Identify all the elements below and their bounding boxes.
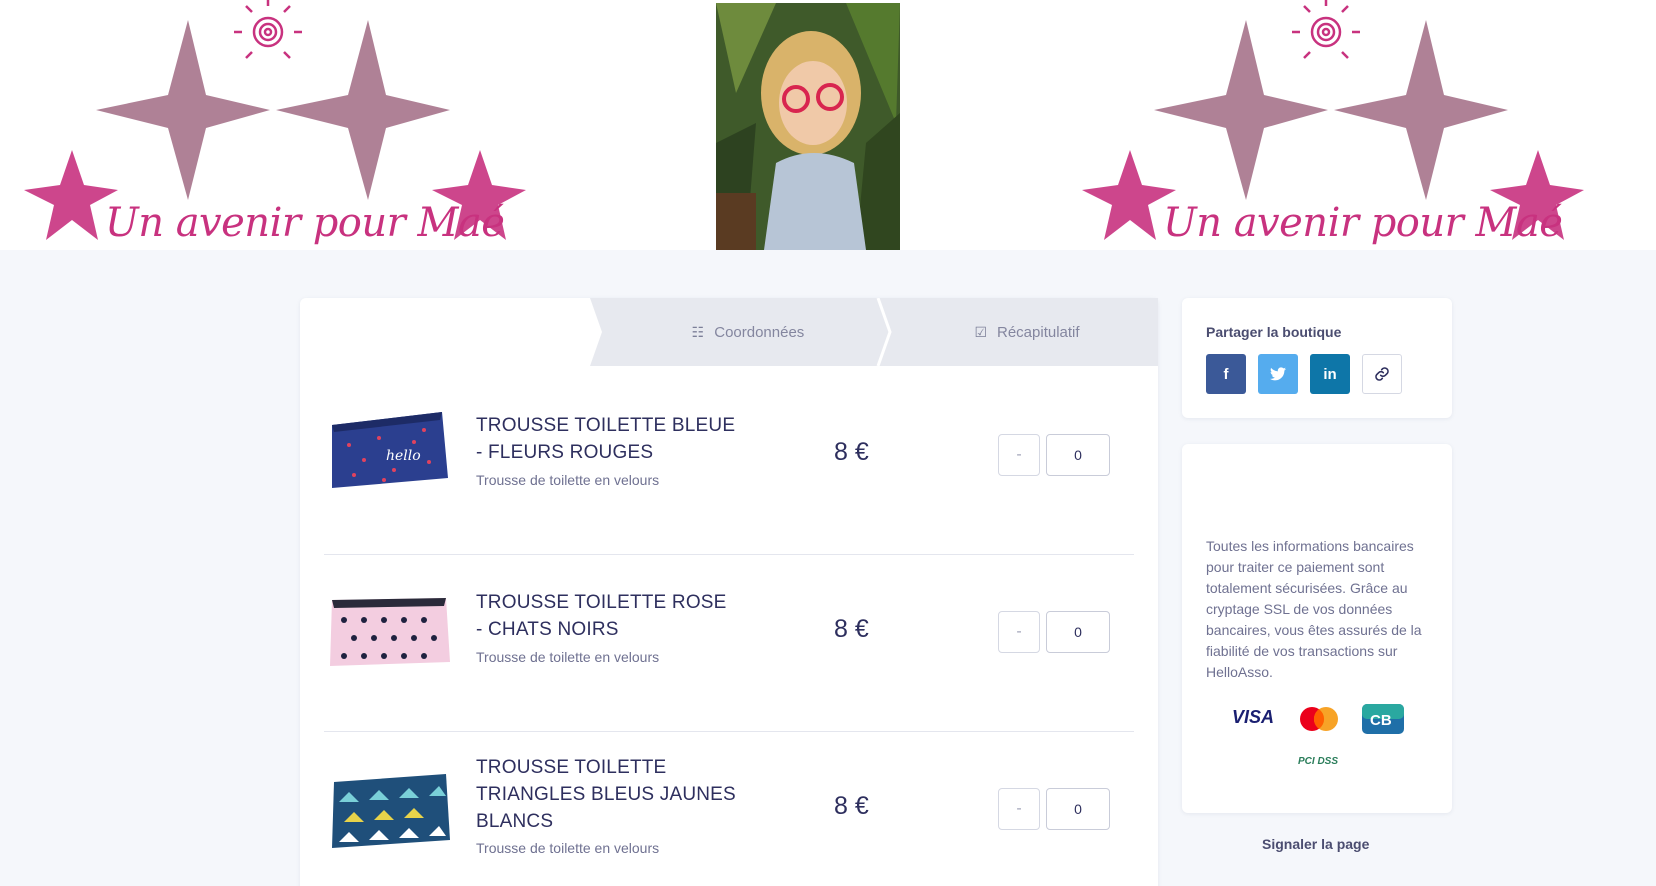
product-price: 8 € <box>834 615 869 643</box>
portrait-image <box>716 3 900 250</box>
svg-text:CB: CB <box>1370 712 1392 729</box>
banner-title-right: Un avenir pour Maé <box>1163 200 1563 246</box>
linkedin-share-button[interactable]: in <box>1310 354 1350 394</box>
decrease-quantity-button[interactable]: - <box>998 434 1040 476</box>
product-description: Trousse de toilette en velours <box>476 840 660 856</box>
banner-logo-right: Un avenir pour Maé <box>1068 0 1598 250</box>
tab-coordonnees[interactable]: ☷ Coordonnées <box>608 298 888 366</box>
visa-logo: VISA <box>1232 707 1274 727</box>
list-icon: ☷ <box>691 323 705 340</box>
mastercard-logo <box>1300 707 1338 731</box>
product-description: Trousse de toilette en velours <box>476 472 660 488</box>
child-photo <box>716 3 900 250</box>
product-price: 8 € <box>834 792 869 820</box>
shop-card: ☷ Coordonnées ☑ Récapitulatif hello TROU… <box>300 298 1158 886</box>
linkedin-icon: in <box>1323 365 1337 383</box>
twitter-share-button[interactable] <box>1258 354 1298 394</box>
product-image-blue-flowers[interactable]: hello <box>324 400 454 500</box>
product-item: hello TROUSSE TOILETTE BLEUE - FLEURS RO… <box>324 378 1134 555</box>
share-card: Partager la boutique f in <box>1182 298 1452 418</box>
security-text: Toutes les informations bancaires pour t… <box>1206 538 1422 680</box>
product-price: 8 € <box>834 438 869 466</box>
quantity-input[interactable]: 0 <box>1046 434 1110 476</box>
copy-link-button[interactable] <box>1362 354 1402 394</box>
quantity-input[interactable]: 0 <box>1046 611 1110 653</box>
product-item: TROUSSE TOILETTE TRIANGLES BLEUS JAUNES … <box>324 732 1134 886</box>
product-description: Trousse de toilette en velours <box>476 649 660 665</box>
checkbox-icon: ☑ <box>974 323 987 340</box>
product-name: TROUSSE TOILETTE ROSE - CHATS NOIRS <box>476 592 727 640</box>
svg-text:PCI DSS: PCI DSS <box>1298 756 1338 767</box>
decrease-quantity-button[interactable]: - <box>998 788 1040 830</box>
product-pattern-text: hello <box>386 448 421 464</box>
svg-text:VISA: VISA <box>1232 707 1274 727</box>
step-label: Récapitulatif <box>997 323 1080 341</box>
share-title: Partager la boutique <box>1206 324 1342 340</box>
product-image-blue-triangles[interactable] <box>324 762 454 862</box>
twitter-icon <box>1270 367 1286 381</box>
product-image-pink-cats[interactable] <box>324 580 454 680</box>
product-name: TROUSSE TOILETTE BLEUE - FLEURS ROUGES <box>476 415 736 463</box>
decrease-quantity-button[interactable]: - <box>998 611 1040 653</box>
product-name: TROUSSE TOILETTE TRIANGLES BLEUS JAUNES … <box>476 757 736 832</box>
product-item: TROUSSE TOILETTE ROSE - CHATS NOIRS Trou… <box>324 555 1134 732</box>
cb-logo: CB <box>1362 704 1404 734</box>
link-icon <box>1375 367 1389 381</box>
checkout-steps: ☷ Coordonnées ☑ Récapitulatif <box>300 298 1158 366</box>
banner-title-left: Un avenir pour Maé <box>105 200 505 246</box>
step-label: Coordonnées <box>714 323 805 341</box>
pci-dss-logo: PCI DSS <box>1298 756 1338 767</box>
tab-recapitulatif[interactable]: ☑ Récapitulatif <box>896 298 1158 366</box>
header-banner: Un avenir pour Maé Un avenir pour Maé <box>0 0 1656 250</box>
report-page-link[interactable]: Signaler la page <box>1262 836 1369 852</box>
banner-logo-left: Un avenir pour Maé <box>10 0 540 250</box>
facebook-icon: f <box>1223 365 1229 383</box>
quantity-input[interactable]: 0 <box>1046 788 1110 830</box>
facebook-share-button[interactable]: f <box>1206 354 1246 394</box>
security-card: Toutes les informations bancaires pour t… <box>1182 444 1452 813</box>
